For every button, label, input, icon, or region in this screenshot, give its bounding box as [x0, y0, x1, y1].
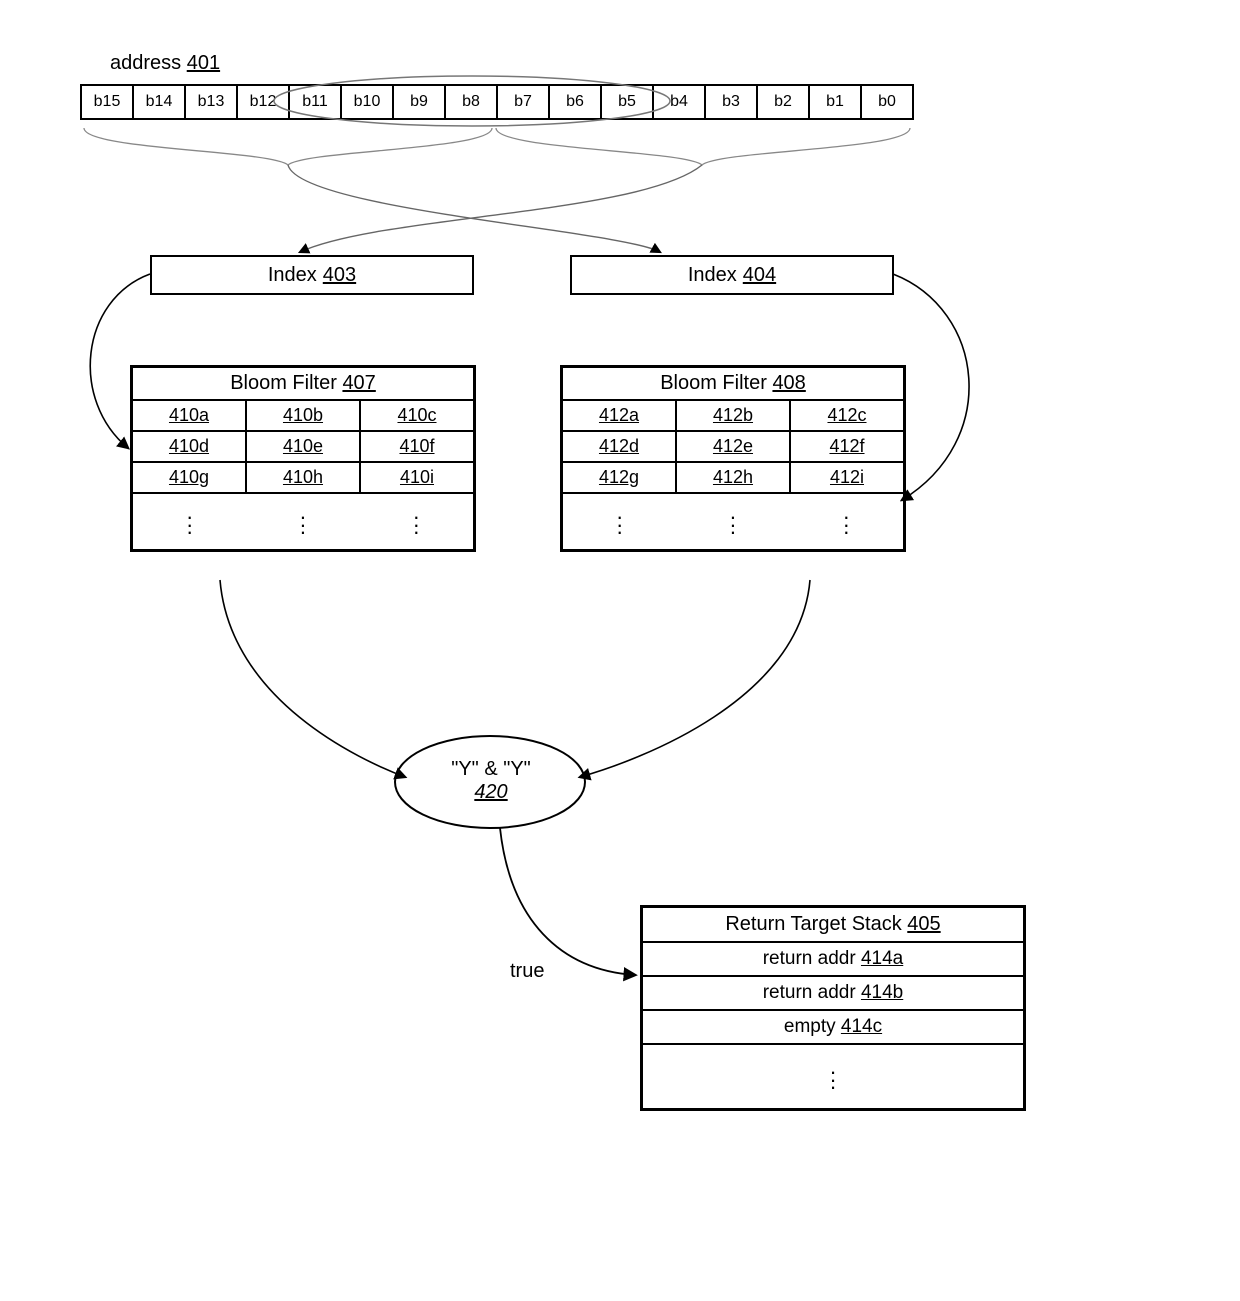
table-cell: 410b	[247, 401, 361, 430]
bit-cell: b1	[808, 84, 862, 120]
table-row: 410g410h410i	[133, 463, 473, 494]
table-row: 412d412e412f	[563, 432, 903, 463]
bit-cell: b8	[444, 84, 498, 120]
address-bit-row: b15b14b13b12b11b10b9b8b7b6b5b4b3b2b1b0	[80, 84, 914, 120]
table-cell: 410e	[247, 432, 361, 461]
diagram-canvas: address 401 b15b14b13b12b11b10b9b8b7b6b5…	[0, 0, 1240, 1301]
table-cell: 410c	[361, 401, 473, 430]
index-left-box: Index 403	[150, 255, 474, 295]
table-cell: 410f	[361, 432, 473, 461]
bloom-filter-left: Bloom Filter 407410a410b410c410d410e410f…	[130, 365, 476, 552]
bloom-title: Bloom Filter 408	[563, 368, 903, 401]
return-target-stack: Return Target Stack 405return addr 414ar…	[640, 905, 1026, 1111]
edge-label-true: true	[510, 960, 544, 983]
bit-cell: b15	[80, 84, 134, 120]
table-cell: 410i	[361, 463, 473, 492]
bit-cell: b4	[652, 84, 706, 120]
table-cell: 412f	[791, 432, 903, 461]
table-cell: 410h	[247, 463, 361, 492]
table-cell: 412d	[563, 432, 677, 461]
address-label: address 401	[110, 52, 220, 75]
bit-cell: b6	[548, 84, 602, 120]
rstack-title: Return Target Stack 405	[643, 908, 1023, 943]
index-right-box: Index 404	[570, 255, 894, 295]
bit-cell: b14	[132, 84, 186, 120]
bit-cell: b10	[340, 84, 394, 120]
bit-cell: b2	[756, 84, 810, 120]
table-row: 412a412b412c	[563, 401, 903, 432]
bit-cell: b7	[496, 84, 550, 120]
table-cell: 412c	[791, 401, 903, 430]
bit-cell: b0	[860, 84, 914, 120]
table-cell: 412b	[677, 401, 791, 430]
bit-cell: b12	[236, 84, 290, 120]
bit-cell: b5	[600, 84, 654, 120]
bit-cell: b3	[704, 84, 758, 120]
table-cell: 412i	[791, 463, 903, 492]
table-cell: 412h	[677, 463, 791, 492]
bit-cell: b11	[288, 84, 342, 120]
table-cell: 410g	[133, 463, 247, 492]
bloom-title: Bloom Filter 407	[133, 368, 473, 401]
rstack-row: return addr 414b	[643, 977, 1023, 1011]
table-row: 412g412h412i	[563, 463, 903, 494]
bit-cell: b9	[392, 84, 446, 120]
rstack-row: empty 414c	[643, 1011, 1023, 1045]
table-cell: 412a	[563, 401, 677, 430]
rstack-row: return addr 414a	[643, 943, 1023, 977]
table-cell: 412e	[677, 432, 791, 461]
bit-cell: b13	[184, 84, 238, 120]
and-node: "Y" & "Y" 420	[406, 758, 576, 804]
table-row: 410a410b410c	[133, 401, 473, 432]
table-cell: 412g	[563, 463, 677, 492]
table-cell: 410a	[133, 401, 247, 430]
table-cell: 410d	[133, 432, 247, 461]
bloom-filter-right: Bloom Filter 408412a412b412c412d412e412f…	[560, 365, 906, 552]
table-row: 410d410e410f	[133, 432, 473, 463]
